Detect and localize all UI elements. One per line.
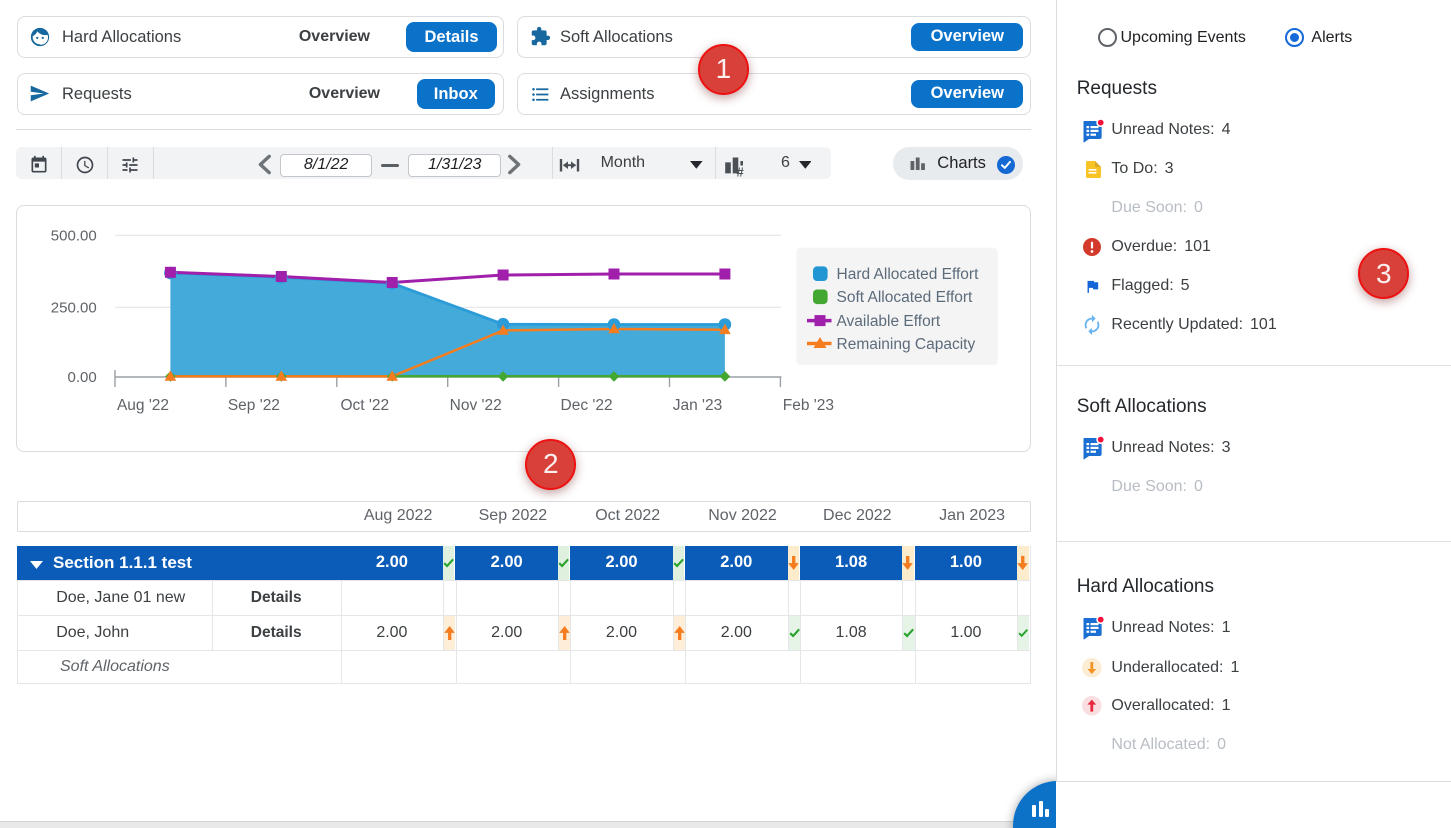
svg-text:500.00: 500.00 bbox=[50, 227, 96, 244]
svg-text:Available Effort: Available Effort bbox=[836, 313, 940, 330]
svg-text:0.00: 0.00 bbox=[67, 369, 96, 386]
svg-text:250.00: 250.00 bbox=[50, 299, 96, 316]
svg-text:Feb '23: Feb '23 bbox=[782, 397, 833, 414]
svg-text:Nov '22: Nov '22 bbox=[449, 397, 501, 414]
svg-text:Soft Allocated Effort: Soft Allocated Effort bbox=[836, 289, 973, 306]
svg-text:Sep '22: Sep '22 bbox=[227, 397, 279, 414]
svg-text:Dec '22: Dec '22 bbox=[560, 397, 612, 414]
svg-text:Hard Allocated Effort: Hard Allocated Effort bbox=[836, 266, 979, 283]
svg-text:Aug '22: Aug '22 bbox=[117, 397, 169, 414]
svg-text:Jan '23: Jan '23 bbox=[672, 397, 722, 414]
svg-text:Remaining Capacity: Remaining Capacity bbox=[836, 336, 975, 353]
svg-text:#: # bbox=[736, 164, 744, 177]
svg-text:Oct '22: Oct '22 bbox=[340, 397, 389, 414]
